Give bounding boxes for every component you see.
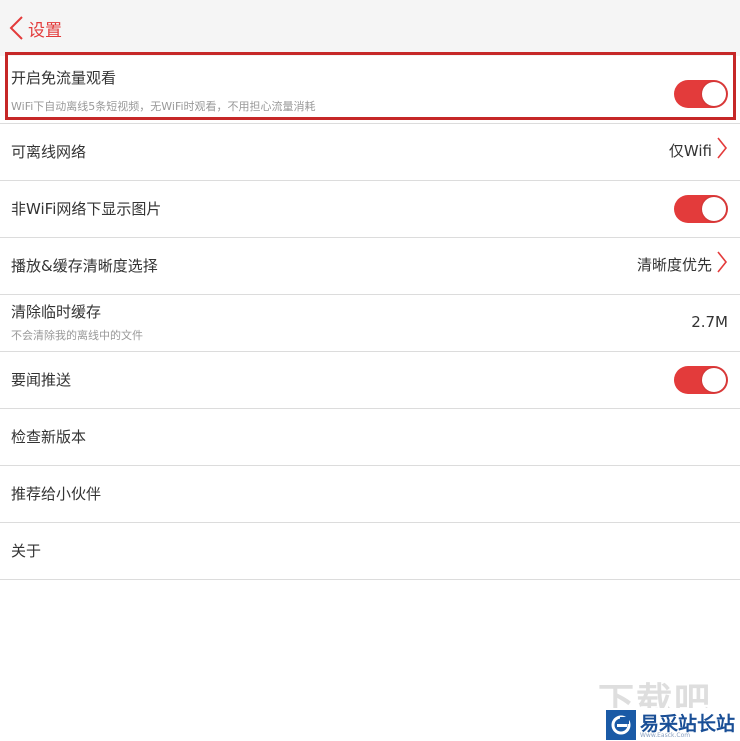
setting-description: WiFi下自动离线5条短视频，无WiFi时观看，不用担心流量消耗: [11, 100, 316, 113]
setting-label: 清除临时缓存: [11, 303, 102, 321]
setting-row-free-data[interactable]: 开启免流量观看 WiFi下自动离线5条短视频，无WiFi时观看，不用担心流量消耗: [0, 56, 740, 124]
show-images-toggle[interactable]: [674, 195, 728, 223]
free-data-toggle[interactable]: [674, 80, 728, 108]
offline-network-value[interactable]: 仅Wifi: [669, 136, 728, 164]
setting-label: 检查新版本: [11, 428, 87, 446]
cache-size-value: 2.7M: [691, 313, 728, 331]
setting-value: 仅Wifi: [668, 141, 712, 160]
setting-label: 播放&缓存清晰度选择: [11, 257, 158, 275]
toggle-knob: [702, 197, 726, 221]
chevron-right-icon: [716, 250, 728, 278]
setting-row-check-update[interactable]: 检查新版本: [0, 409, 740, 466]
chevron-right-icon: [716, 136, 728, 164]
setting-description: 不会清除我的离线中的文件: [11, 329, 143, 342]
setting-row-about[interactable]: 关于: [0, 523, 740, 580]
toggle-knob: [702, 368, 726, 392]
top-bar: 设置: [0, 0, 740, 56]
setting-label: 推荐给小伙伴: [11, 485, 102, 503]
setting-row-recommend[interactable]: 推荐给小伙伴: [0, 466, 740, 523]
setting-row-quality[interactable]: 播放&缓存清晰度选择 清晰度优先: [0, 238, 740, 295]
setting-row-show-images[interactable]: 非WiFi网络下显示图片: [0, 181, 740, 238]
news-push-toggle[interactable]: [674, 366, 728, 394]
brand-logo-icon: [606, 709, 636, 740]
chevron-left-icon: [8, 15, 24, 41]
watermark-url: Www.Easck.Com: [640, 732, 691, 739]
setting-row-news-push[interactable]: 要闻推送: [0, 352, 740, 409]
settings-list: 开启免流量观看 WiFi下自动离线5条短视频，无WiFi时观看，不用担心流量消耗…: [0, 56, 740, 580]
setting-row-clear-cache[interactable]: 清除临时缓存 不会清除我的离线中的文件 2.7M: [0, 295, 740, 352]
setting-label: 要闻推送: [11, 371, 72, 389]
setting-label: 关于: [11, 542, 42, 560]
toggle-knob: [702, 82, 726, 106]
setting-row-offline-network[interactable]: 可离线网络 仅Wifi: [0, 124, 740, 181]
setting-label: 非WiFi网络下显示图片: [11, 200, 162, 218]
setting-label: 可离线网络: [11, 143, 87, 161]
quality-value[interactable]: 清晰度优先: [637, 250, 728, 278]
setting-label: 开启免流量观看: [11, 69, 117, 87]
page-title: 设置: [28, 20, 62, 41]
setting-value: 清晰度优先: [636, 255, 712, 274]
back-button[interactable]: 设置: [8, 8, 62, 48]
